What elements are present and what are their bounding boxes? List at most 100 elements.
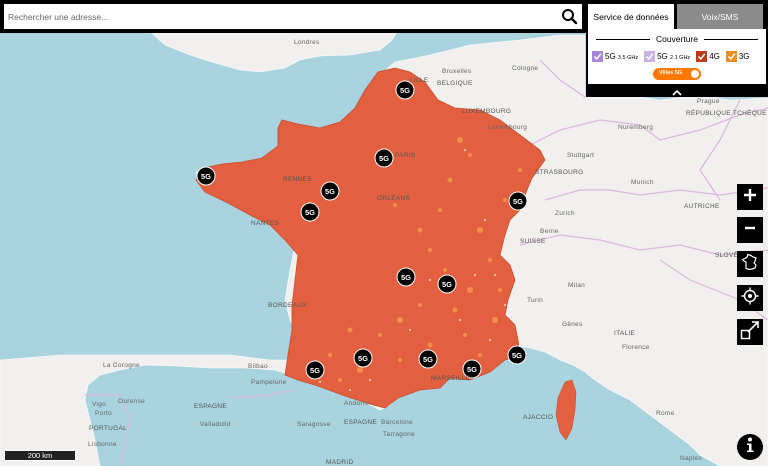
map-label-bordeaux: BORDEAUX <box>268 302 307 309</box>
fullscreen-button[interactable] <box>737 319 763 345</box>
filter-label: 3G <box>738 51 750 61</box>
map-label-tarragone: Tarragone <box>383 431 415 438</box>
map-label-portugal: PORTUGAL <box>89 425 128 432</box>
france-icon <box>741 253 759 276</box>
marker-label: 5G <box>310 366 320 375</box>
map-label-orleans: ORLÉANS <box>377 195 411 202</box>
city-5g-marker[interactable]: 5G <box>508 191 528 211</box>
map-label-cologne: Cologne <box>512 65 539 72</box>
marker-label: 5G <box>401 273 411 282</box>
coverage-filters: 5G 3.5 GHz 5G 2.1 GHz 4G 3G <box>592 49 764 63</box>
city-5g-marker[interactable]: 5G <box>305 360 325 380</box>
map-label-strasbourg: STRASBOURG <box>535 169 584 176</box>
filter-label: 5G 2.1 GHz <box>657 51 691 61</box>
marker-label: 5G <box>467 365 477 374</box>
filter-4g[interactable]: 4G <box>696 50 720 62</box>
map-label-londres: Londres <box>294 39 320 46</box>
map-label-rennes: RENNES <box>283 176 312 183</box>
map-label-autriche: AUTRICHE <box>684 203 720 210</box>
marker-label: 5G <box>358 354 368 363</box>
map-label-italie: ITALIE <box>614 330 636 337</box>
filter-5g-3500[interactable]: 5G 3.5 GHz <box>592 50 639 62</box>
zoom-out-button[interactable] <box>737 217 763 243</box>
map-label-luxembourg: LUXEMBOURG <box>462 108 512 115</box>
toggle-label: Villes 5G <box>659 70 683 76</box>
map-label-lisbonne: Lisbonne <box>88 441 117 448</box>
map-label-valladolid: Valladolid <box>200 421 231 428</box>
marker-label: 5G <box>512 351 522 360</box>
map-label-milan: Milan <box>568 282 586 289</box>
divider <box>596 38 650 40</box>
marker-label: 5G <box>379 154 389 163</box>
map-label-andorre: Andorre <box>344 400 370 407</box>
map-label-ajaccio: AJACCIO <box>523 414 554 421</box>
checkbox-checked-icon[interactable] <box>696 50 708 62</box>
locate-me-button[interactable] <box>737 285 763 311</box>
cities-5g-toggle[interactable]: Villes 5G <box>653 68 701 80</box>
map-label-porto: Porto <box>95 410 113 417</box>
map-label-la-corogne: La Corogne <box>103 362 140 369</box>
city-5g-marker[interactable]: 5G <box>320 181 340 201</box>
city-5g-marker[interactable]: 5G <box>507 345 527 365</box>
map-label-paris: PARIS <box>395 152 416 159</box>
divider <box>704 38 758 40</box>
map-label-ourense: Ourense <box>118 398 146 405</box>
map-label-saragosse: Saragosse <box>297 421 331 428</box>
map-label-nantes: NANTES <box>251 220 280 227</box>
map-label-barcelone: Barcelone <box>381 419 413 426</box>
map-label-pampelune: Pampelune <box>251 379 287 386</box>
city-5g-marker[interactable]: 5G <box>353 348 373 368</box>
city-5g-marker[interactable]: 5G <box>300 202 320 222</box>
reset-view-france-button[interactable] <box>737 251 763 277</box>
map-label-rome: Rome <box>656 410 675 417</box>
map-label-bruxelles: Bruxelles <box>442 68 472 75</box>
search-bar <box>0 0 586 33</box>
map-label-marseille: MARSEILLE <box>431 375 471 382</box>
coverage-title: Couverture <box>655 34 699 44</box>
map-label-genes: Gênes <box>562 321 583 328</box>
chevron-up-icon <box>672 83 682 101</box>
map-label-bilbao: Bilbao <box>248 363 268 370</box>
map-label-espagne: ESPAGNE <box>194 403 228 410</box>
toggle-knob <box>691 70 699 78</box>
checkbox-checked-icon[interactable] <box>725 50 737 62</box>
map-label-nuremberg: Nuremberg <box>618 124 654 131</box>
map-label-republique-tcheque: RÉPUBLIQUE TCHÈQUE <box>686 110 767 117</box>
tab-voice-sms[interactable]: Voix/SMS <box>677 4 763 29</box>
plus-icon <box>743 188 757 207</box>
fullscreen-icon <box>740 320 760 345</box>
map-label-belgique: BELGIQUE <box>437 80 473 87</box>
checkbox-checked-icon[interactable] <box>592 50 603 62</box>
search-input[interactable] <box>4 4 582 29</box>
city-5g-marker[interactable]: 5G <box>418 349 438 369</box>
filter-label: 4G <box>709 51 720 61</box>
marker-label: 5G <box>305 208 315 217</box>
map-label-suisse: SUISSE <box>520 238 546 245</box>
map-label-vigo: Vigo <box>92 401 107 408</box>
marker-label: 5G <box>400 86 410 95</box>
map-label-zurich: Zurich <box>555 210 575 217</box>
filter-label: 5G 3.5 GHz <box>605 51 639 61</box>
filter-3g[interactable]: 3G <box>725 50 750 62</box>
search-icon[interactable] <box>561 8 578 25</box>
minus-icon <box>743 221 757 240</box>
marker-label: 5G <box>423 355 433 364</box>
map-label-espagne-2: ESPAGNE <box>344 419 378 426</box>
city-5g-marker[interactable]: 5G <box>396 267 416 287</box>
map-label-prague: Prague <box>697 98 720 105</box>
checkbox-checked-icon[interactable] <box>644 50 656 62</box>
city-5g-marker[interactable]: 5G <box>437 274 457 294</box>
collapse-panel-button[interactable] <box>586 86 768 97</box>
zoom-in-button[interactable] <box>737 184 763 210</box>
coverage-header: Couverture <box>596 33 758 45</box>
marker-label: 5G <box>201 172 211 181</box>
marker-label: 5G <box>513 197 523 206</box>
map-label-naples: Naples <box>680 455 703 462</box>
city-5g-marker[interactable]: 5G <box>196 166 216 186</box>
marker-label: 5G <box>442 280 452 289</box>
city-5g-marker[interactable]: 5G <box>374 148 394 168</box>
info-button[interactable] <box>737 434 763 460</box>
map-label-florence: Florence <box>622 344 650 351</box>
tab-data-service[interactable]: Service de données <box>588 4 674 29</box>
filter-5g-2100[interactable]: 5G 2.1 GHz <box>644 50 691 62</box>
